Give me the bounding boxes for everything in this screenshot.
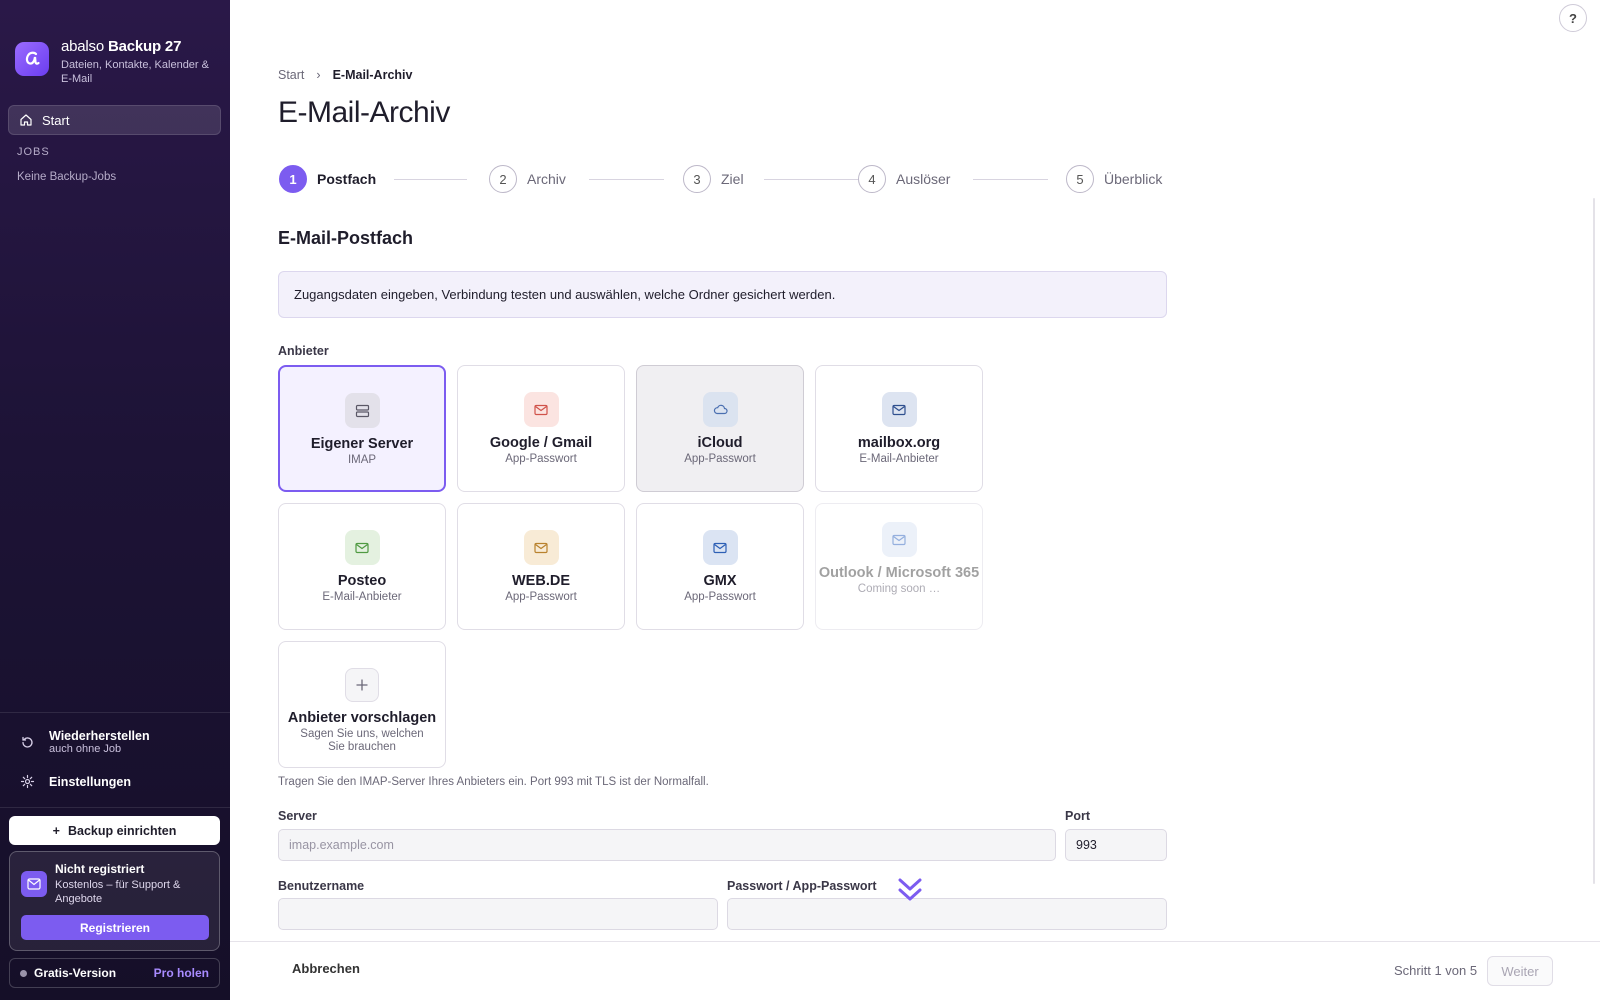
wizard-footer: Abbrechen Schritt 1 von 5 Weiter [230, 941, 1600, 1000]
step-ausloeser[interactable]: 4 Auslöser [858, 165, 950, 193]
scrollbar[interactable] [1593, 198, 1595, 884]
registration-title: Nicht registriert [55, 862, 145, 876]
username-label: Benutzername [278, 879, 365, 893]
brand: abalso Backup 27 Dateien, Kontakte, Kale… [15, 38, 211, 86]
mail-icon [344, 530, 380, 565]
breadcrumb: Start › E-Mail-Archiv [278, 68, 412, 82]
breadcrumb-current: E-Mail-Archiv [332, 68, 413, 82]
sidebar-item-settings[interactable]: Einstellungen [20, 774, 131, 789]
provider-card-mailbox-org[interactable]: mailbox.org E-Mail-Anbieter [815, 365, 983, 492]
port-input[interactable] [1065, 829, 1167, 861]
password-label: Passwort / App-Passwort [727, 879, 877, 893]
version-bar: Gratis-Version Pro holen [9, 958, 220, 988]
version-label: Gratis-Version [34, 966, 117, 980]
password-input[interactable] [727, 898, 1167, 930]
server-label: Server [278, 809, 317, 823]
registration-card: Nicht registriert Kostenlos – für Suppor… [9, 851, 220, 951]
cloud-icon [702, 392, 738, 427]
sidebar-item-restore[interactable]: Wiederherstellen auch ohne Job [20, 729, 150, 755]
step-ziel[interactable]: 3 Ziel [683, 165, 744, 193]
step-connector [394, 179, 467, 180]
status-dot [20, 969, 27, 977]
plus-icon: + [52, 823, 60, 838]
home-icon [20, 114, 32, 126]
provider-card-icloud[interactable]: iCloud App-Passwort [636, 365, 804, 492]
provider-card-gmx[interactable]: GMX App-Passwort [636, 503, 804, 630]
mail-icon [881, 392, 917, 427]
next-button[interactable]: Weiter [1487, 956, 1553, 986]
register-button[interactable]: Registrieren [21, 915, 209, 940]
step-connector [973, 179, 1048, 180]
provider-card-suggest[interactable]: Anbieter vorschlagen Sagen Sie uns, welc… [278, 641, 446, 768]
scroll-down-icon[interactable] [897, 877, 923, 903]
restore-label: Wiederherstellen [49, 729, 150, 743]
get-pro-link[interactable]: Pro holen [154, 966, 209, 980]
section-title: E-Mail-Postfach [278, 228, 414, 248]
provider-card-posteo[interactable]: Posteo E-Mail-Anbieter [278, 503, 446, 630]
app-subtitle: Dateien, Kontakte, Kalender & E-Mail [61, 59, 209, 85]
mail-icon [523, 392, 559, 427]
mail-icon [702, 530, 738, 565]
provider-card-webde[interactable]: WEB.DE App-Passwort [457, 503, 625, 630]
app-title: abalso Backup 27 [61, 38, 182, 55]
app-logo-icon [15, 42, 49, 76]
step-ueberblick[interactable]: 5 Überblick [1066, 165, 1162, 193]
server-input[interactable] [278, 829, 1056, 861]
sidebar: abalso Backup 27 Dateien, Kontakte, Kale… [0, 0, 230, 1000]
wizard-steps: 1 Postfach 2 Archiv 3 Ziel 4 Auslöser 5 … [279, 165, 1165, 193]
settings-label: Einstellungen [49, 774, 131, 789]
provider-card-gmail[interactable]: Google / Gmail App-Passwort [457, 365, 625, 492]
mail-icon [523, 530, 559, 565]
step-archiv[interactable]: 2 Archiv [489, 165, 566, 193]
breadcrumb-separator: › [316, 68, 321, 82]
setup-backup-button[interactable]: + Backup einrichten [9, 816, 220, 845]
jobs-section-label: JOBS [17, 146, 50, 158]
sidebar-item-label: Start [42, 112, 70, 128]
port-label: Port [1065, 809, 1090, 823]
step-postfach[interactable]: 1 Postfach [279, 165, 376, 193]
provider-card-outlook: Outlook / Microsoft 365 Coming soon … [815, 503, 983, 630]
help-button[interactable]: ? [1559, 4, 1587, 32]
gear-icon [20, 774, 35, 789]
provider-label: Anbieter [278, 344, 329, 358]
registration-subtitle: Kostenlos – für Support & Angebote [55, 879, 181, 905]
restore-sublabel: auch ohne Job [49, 743, 122, 755]
step-connector [764, 179, 860, 180]
sidebar-item-start[interactable]: Start [8, 105, 221, 135]
plus-icon [345, 668, 379, 702]
no-jobs-text: Keine Backup-Jobs [17, 171, 117, 183]
username-input[interactable] [278, 898, 718, 930]
server-hint: Tragen Sie den IMAP-Server Ihres Anbiete… [278, 776, 709, 788]
cancel-button[interactable]: Abbrechen [292, 961, 360, 976]
info-box: Zugangsdaten eingeben, Verbindung testen… [278, 271, 1167, 318]
sidebar-divider [0, 807, 230, 808]
step-counter: Schritt 1 von 5 [1394, 963, 1478, 978]
restore-icon [22, 736, 33, 748]
info-text: Zugangsdaten eingeben, Verbindung testen… [294, 287, 836, 302]
server-icon [344, 393, 380, 428]
breadcrumb-start[interactable]: Start [278, 68, 304, 82]
step-connector [589, 179, 664, 180]
mail-icon [21, 871, 47, 897]
page-title: E-Mail-Archiv [278, 96, 450, 129]
provider-card-own-server[interactable]: Eigener Server IMAP [278, 365, 446, 492]
sidebar-divider [0, 712, 230, 713]
mail-icon [881, 522, 917, 557]
